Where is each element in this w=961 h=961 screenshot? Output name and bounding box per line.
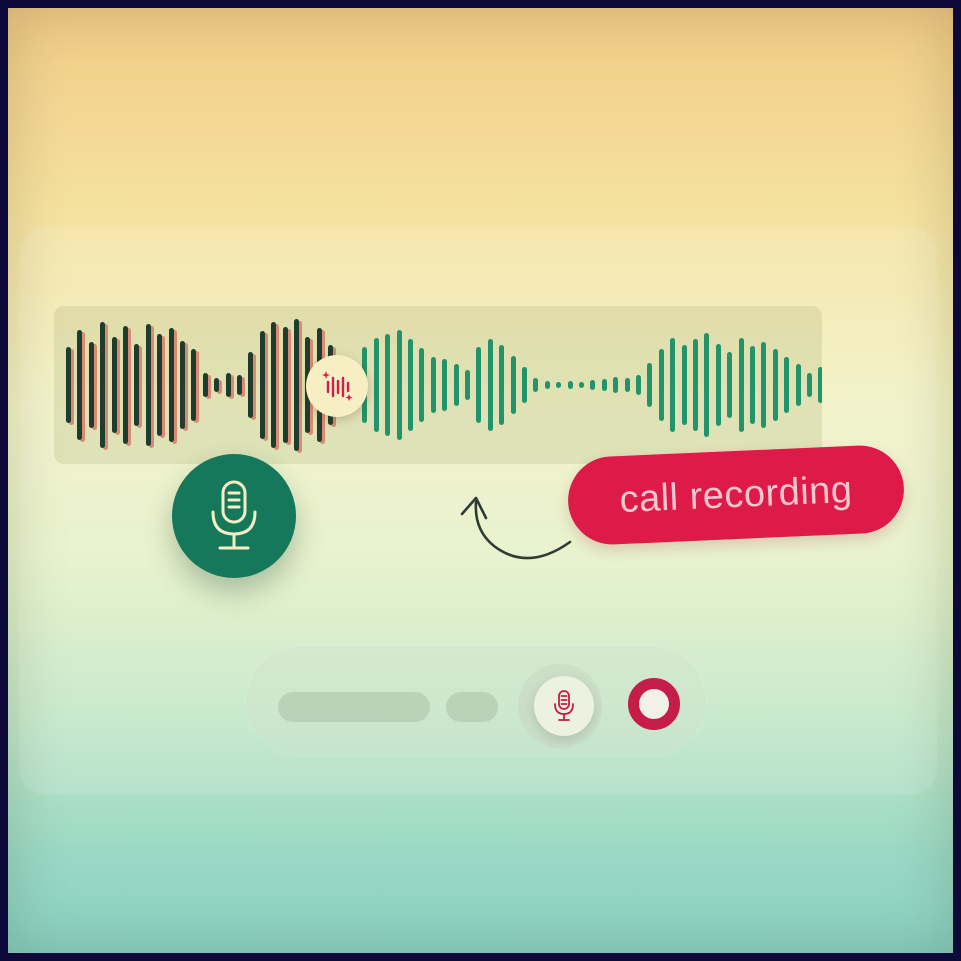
waveform-bar bbox=[145, 324, 151, 446]
mic-button[interactable] bbox=[534, 676, 594, 736]
waveform-bar bbox=[294, 318, 299, 452]
waveform-bar bbox=[624, 378, 630, 392]
waveform-bar bbox=[818, 367, 822, 403]
waveform-bar bbox=[88, 342, 94, 428]
waveform-bar bbox=[499, 344, 505, 425]
waveform-bar bbox=[556, 381, 562, 389]
waveform-bar bbox=[134, 343, 140, 427]
waveform-bar bbox=[544, 380, 550, 390]
waveform-bar bbox=[271, 321, 277, 449]
waveform-bar bbox=[590, 380, 596, 390]
waveform-bar bbox=[772, 349, 778, 421]
waveform-bar bbox=[77, 329, 83, 441]
placeholder-bar-short bbox=[446, 692, 498, 722]
waveform-bar bbox=[658, 349, 664, 421]
waveform-bar bbox=[567, 380, 573, 390]
waveform-bar bbox=[66, 347, 71, 423]
waveform-bar bbox=[419, 347, 425, 423]
waveform-bar bbox=[693, 339, 698, 431]
waveform-bar bbox=[385, 333, 391, 437]
waveform-bar bbox=[487, 339, 493, 431]
waveform-bar bbox=[579, 381, 584, 389]
waveform-bar bbox=[373, 338, 379, 432]
sparkle-waveform-icon bbox=[322, 371, 353, 401]
waveform-bar bbox=[442, 358, 448, 412]
waveform-bar bbox=[522, 367, 527, 403]
waveform-bar bbox=[795, 364, 801, 406]
microphone-icon bbox=[554, 690, 574, 721]
waveform-bar bbox=[123, 326, 128, 444]
waveform-bar bbox=[453, 364, 459, 406]
waveform-track[interactable] bbox=[54, 306, 822, 464]
waveform-bar bbox=[601, 379, 607, 391]
waveform-bar bbox=[738, 338, 744, 432]
waveform-bar bbox=[510, 356, 516, 414]
waveform-bar bbox=[465, 369, 470, 401]
waveform-bar bbox=[168, 328, 174, 442]
waveform-bar bbox=[533, 378, 539, 392]
waveform-bar bbox=[647, 362, 653, 408]
waveform-bar bbox=[784, 357, 790, 413]
badge-label: call recording bbox=[618, 468, 854, 521]
waveform-bar bbox=[750, 346, 755, 424]
call-recording-badge: call recording bbox=[566, 443, 906, 547]
waveform-bar bbox=[476, 347, 482, 423]
waveform-bar bbox=[180, 340, 185, 430]
waveform-bar bbox=[157, 333, 163, 437]
waveform-bar bbox=[715, 343, 721, 427]
waveform-bar bbox=[636, 375, 641, 395]
waveform-bar bbox=[191, 349, 197, 421]
playhead-knob[interactable] bbox=[306, 355, 368, 417]
waveform-bar bbox=[761, 342, 767, 428]
waveform-bar bbox=[613, 376, 619, 394]
waveform bbox=[54, 306, 822, 464]
microphone-icon bbox=[211, 480, 257, 550]
placeholder-bar-long bbox=[278, 692, 430, 722]
waveform-bar bbox=[202, 372, 208, 398]
curved-arrow-icon bbox=[460, 496, 572, 560]
waveform-bar bbox=[681, 344, 687, 425]
waveform-bar bbox=[225, 372, 231, 398]
waveform-bar bbox=[214, 378, 220, 392]
waveform-bar bbox=[670, 338, 676, 432]
waveform-bar bbox=[248, 351, 254, 419]
record-mic-button[interactable] bbox=[172, 454, 296, 578]
waveform-bar bbox=[727, 351, 733, 419]
waveform-bar bbox=[430, 357, 436, 413]
waveform-bar bbox=[704, 332, 710, 438]
record-icon[interactable] bbox=[628, 678, 680, 730]
recording-controls bbox=[246, 646, 706, 756]
waveform-bar bbox=[111, 336, 117, 434]
waveform-bar bbox=[259, 331, 265, 439]
waveform-bar bbox=[282, 327, 288, 443]
frame: call recording bbox=[8, 8, 953, 953]
waveform-bar bbox=[100, 321, 106, 449]
waveform-bar bbox=[807, 372, 812, 398]
waveform-bar bbox=[408, 339, 413, 431]
waveform-bar bbox=[237, 375, 242, 395]
waveform-bar bbox=[396, 329, 402, 441]
